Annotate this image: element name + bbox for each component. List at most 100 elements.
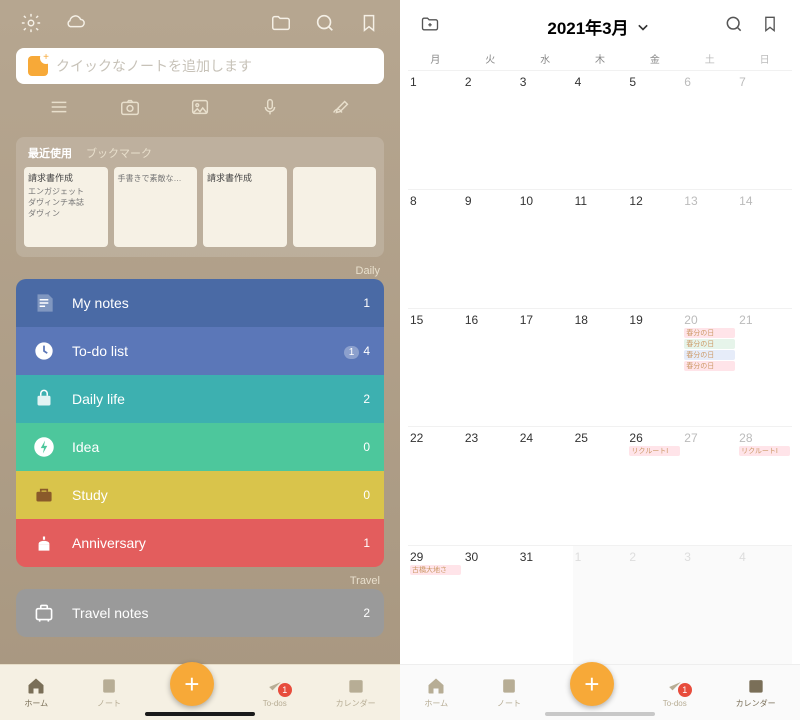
calendar-title[interactable]: 2021年3月 — [547, 14, 628, 39]
home-indicator — [145, 712, 255, 716]
calendar-day[interactable]: 10 — [518, 189, 573, 308]
calendar-day[interactable]: 17 — [518, 308, 573, 427]
add-button[interactable]: + — [170, 662, 214, 706]
draw-icon[interactable] — [330, 96, 352, 123]
quick-note-placeholder: クイックなノートを追加します — [56, 56, 252, 76]
calendar-day[interactable]: 9 — [463, 189, 518, 308]
bottom-nav-right: ホーム ノート + To-dos1 カレンダー — [400, 664, 800, 720]
calendar-day[interactable]: 8 — [408, 189, 463, 308]
bookmark-icon[interactable] — [760, 14, 780, 39]
recent-card[interactable] — [293, 167, 377, 247]
clock-icon — [30, 337, 58, 365]
add-button[interactable]: + — [570, 662, 614, 706]
nav-todos[interactable]: To-dos1 — [263, 677, 287, 708]
category-to-do-list[interactable]: To-do list14 — [16, 327, 384, 375]
nav-home[interactable]: ホーム — [424, 676, 448, 709]
calendar-day[interactable]: 3 — [518, 70, 573, 189]
calendar-day[interactable]: 28リクルートI — [737, 426, 792, 545]
search-icon[interactable] — [724, 14, 744, 39]
nav-calendar[interactable]: カレンダー — [736, 676, 776, 709]
calendar-day[interactable]: 19 — [627, 308, 682, 427]
list-icon[interactable] — [48, 96, 70, 123]
calendar-day[interactable]: 13 — [682, 189, 737, 308]
calendar-day[interactable]: 30 — [463, 545, 518, 664]
calendar-day[interactable]: 3 — [682, 545, 737, 664]
calendar-day[interactable]: 2 — [627, 545, 682, 664]
calendar-day[interactable]: 26リクルートI — [627, 426, 682, 545]
recent-card[interactable]: 請求書作成 — [203, 167, 287, 247]
left-header — [0, 0, 400, 42]
calendar-day[interactable]: 6 — [682, 70, 737, 189]
bag-icon — [30, 385, 58, 413]
calendar-grid: 1234567891011121314151617181920春分の日春分の日春… — [400, 70, 800, 664]
bookmark-icon[interactable] — [358, 12, 380, 34]
nav-notes[interactable]: ノート — [497, 676, 521, 709]
category-label: Travel notes — [72, 605, 149, 621]
calendar-day[interactable]: 23 — [463, 426, 518, 545]
image-icon[interactable] — [189, 96, 211, 123]
calendar-day[interactable]: 11 — [573, 189, 628, 308]
chevron-down-icon[interactable] — [633, 17, 653, 37]
notes-screen: クイックなノートを追加します 最近使用 ブックマーク 請求書作成エンガジェット … — [0, 0, 400, 720]
calendar-day[interactable]: 2 — [463, 70, 518, 189]
calendar-day[interactable]: 16 — [463, 308, 518, 427]
calendar-day[interactable]: 7 — [737, 70, 792, 189]
bolt-icon — [30, 433, 58, 461]
mic-icon[interactable] — [259, 96, 281, 123]
section-label-daily: Daily — [0, 257, 400, 279]
calendar-day[interactable]: 18 — [573, 308, 628, 427]
folder-icon[interactable] — [270, 12, 292, 34]
suitcase-icon — [30, 599, 58, 627]
category-study[interactable]: Study0 — [16, 471, 384, 519]
camera-icon[interactable] — [119, 96, 141, 123]
nav-notes[interactable]: ノート — [97, 676, 121, 709]
bottom-nav-left: ホーム ノート + To-dos1 カレンダー — [0, 664, 400, 720]
section-label-travel: Travel — [0, 567, 400, 589]
tool-row — [0, 90, 400, 133]
calendar-day[interactable]: 24 — [518, 426, 573, 545]
calendar-day[interactable]: 31 — [518, 545, 573, 664]
calendar-day[interactable]: 25 — [573, 426, 628, 545]
recent-section: 最近使用 ブックマーク 請求書作成エンガジェット ダヴィンチ本誌 ダヴィン手書き… — [16, 137, 384, 257]
category-anniversary[interactable]: Anniversary1 — [16, 519, 384, 567]
cake-icon — [30, 529, 58, 557]
quick-note-input[interactable]: クイックなノートを追加します — [16, 48, 384, 84]
weekday-row: 月火水木金土日 — [400, 51, 800, 70]
calendar-day[interactable]: 12 — [627, 189, 682, 308]
badge: 1 — [678, 683, 692, 697]
calendar-day[interactable]: 21 — [737, 308, 792, 427]
calendar-day[interactable]: 1 — [573, 545, 628, 664]
tab-recent[interactable]: 最近使用 — [28, 145, 72, 161]
category-count: 2 — [363, 606, 370, 620]
category-daily-life[interactable]: Daily life2 — [16, 375, 384, 423]
recent-card[interactable]: 請求書作成エンガジェット ダヴィンチ本誌 ダヴィン — [24, 167, 108, 247]
home-indicator — [545, 712, 655, 716]
calendar-day[interactable]: 4 — [737, 545, 792, 664]
search-icon[interactable] — [314, 12, 336, 34]
calendar-day[interactable]: 20春分の日春分の日春分の日春分の日 — [682, 308, 737, 427]
calendar-day[interactable]: 15 — [408, 308, 463, 427]
tab-bookmark[interactable]: ブックマーク — [86, 145, 152, 161]
category-idea[interactable]: Idea0 — [16, 423, 384, 471]
calendar-day[interactable]: 22 — [408, 426, 463, 545]
calendar-header: 2021年3月 — [400, 0, 800, 51]
recent-card[interactable]: 手書きで素敵な… — [114, 167, 198, 247]
settings-gear-icon[interactable] — [20, 12, 42, 34]
nav-home[interactable]: ホーム — [24, 676, 48, 709]
quick-note-add-icon — [28, 56, 48, 76]
folder-plus-icon[interactable] — [420, 14, 440, 39]
nav-calendar[interactable]: カレンダー — [336, 676, 376, 709]
category-my-notes[interactable]: My notes1 — [16, 279, 384, 327]
calendar-day[interactable]: 5 — [627, 70, 682, 189]
calendar-day[interactable]: 14 — [737, 189, 792, 308]
calendar-day[interactable]: 1 — [408, 70, 463, 189]
calendar-screen: 2021年3月 月火水木金土日 123456789101112131415161… — [400, 0, 800, 720]
cloud-icon[interactable] — [64, 12, 86, 34]
category-travel-notes[interactable]: Travel notes 2 — [16, 589, 384, 637]
nav-todos[interactable]: To-dos1 — [663, 677, 687, 708]
calendar-day[interactable]: 4 — [573, 70, 628, 189]
calendar-day[interactable]: 27 — [682, 426, 737, 545]
notes-icon — [30, 289, 58, 317]
calendar-day[interactable]: 29古橋大地さ — [408, 545, 463, 664]
badge: 1 — [278, 683, 292, 697]
